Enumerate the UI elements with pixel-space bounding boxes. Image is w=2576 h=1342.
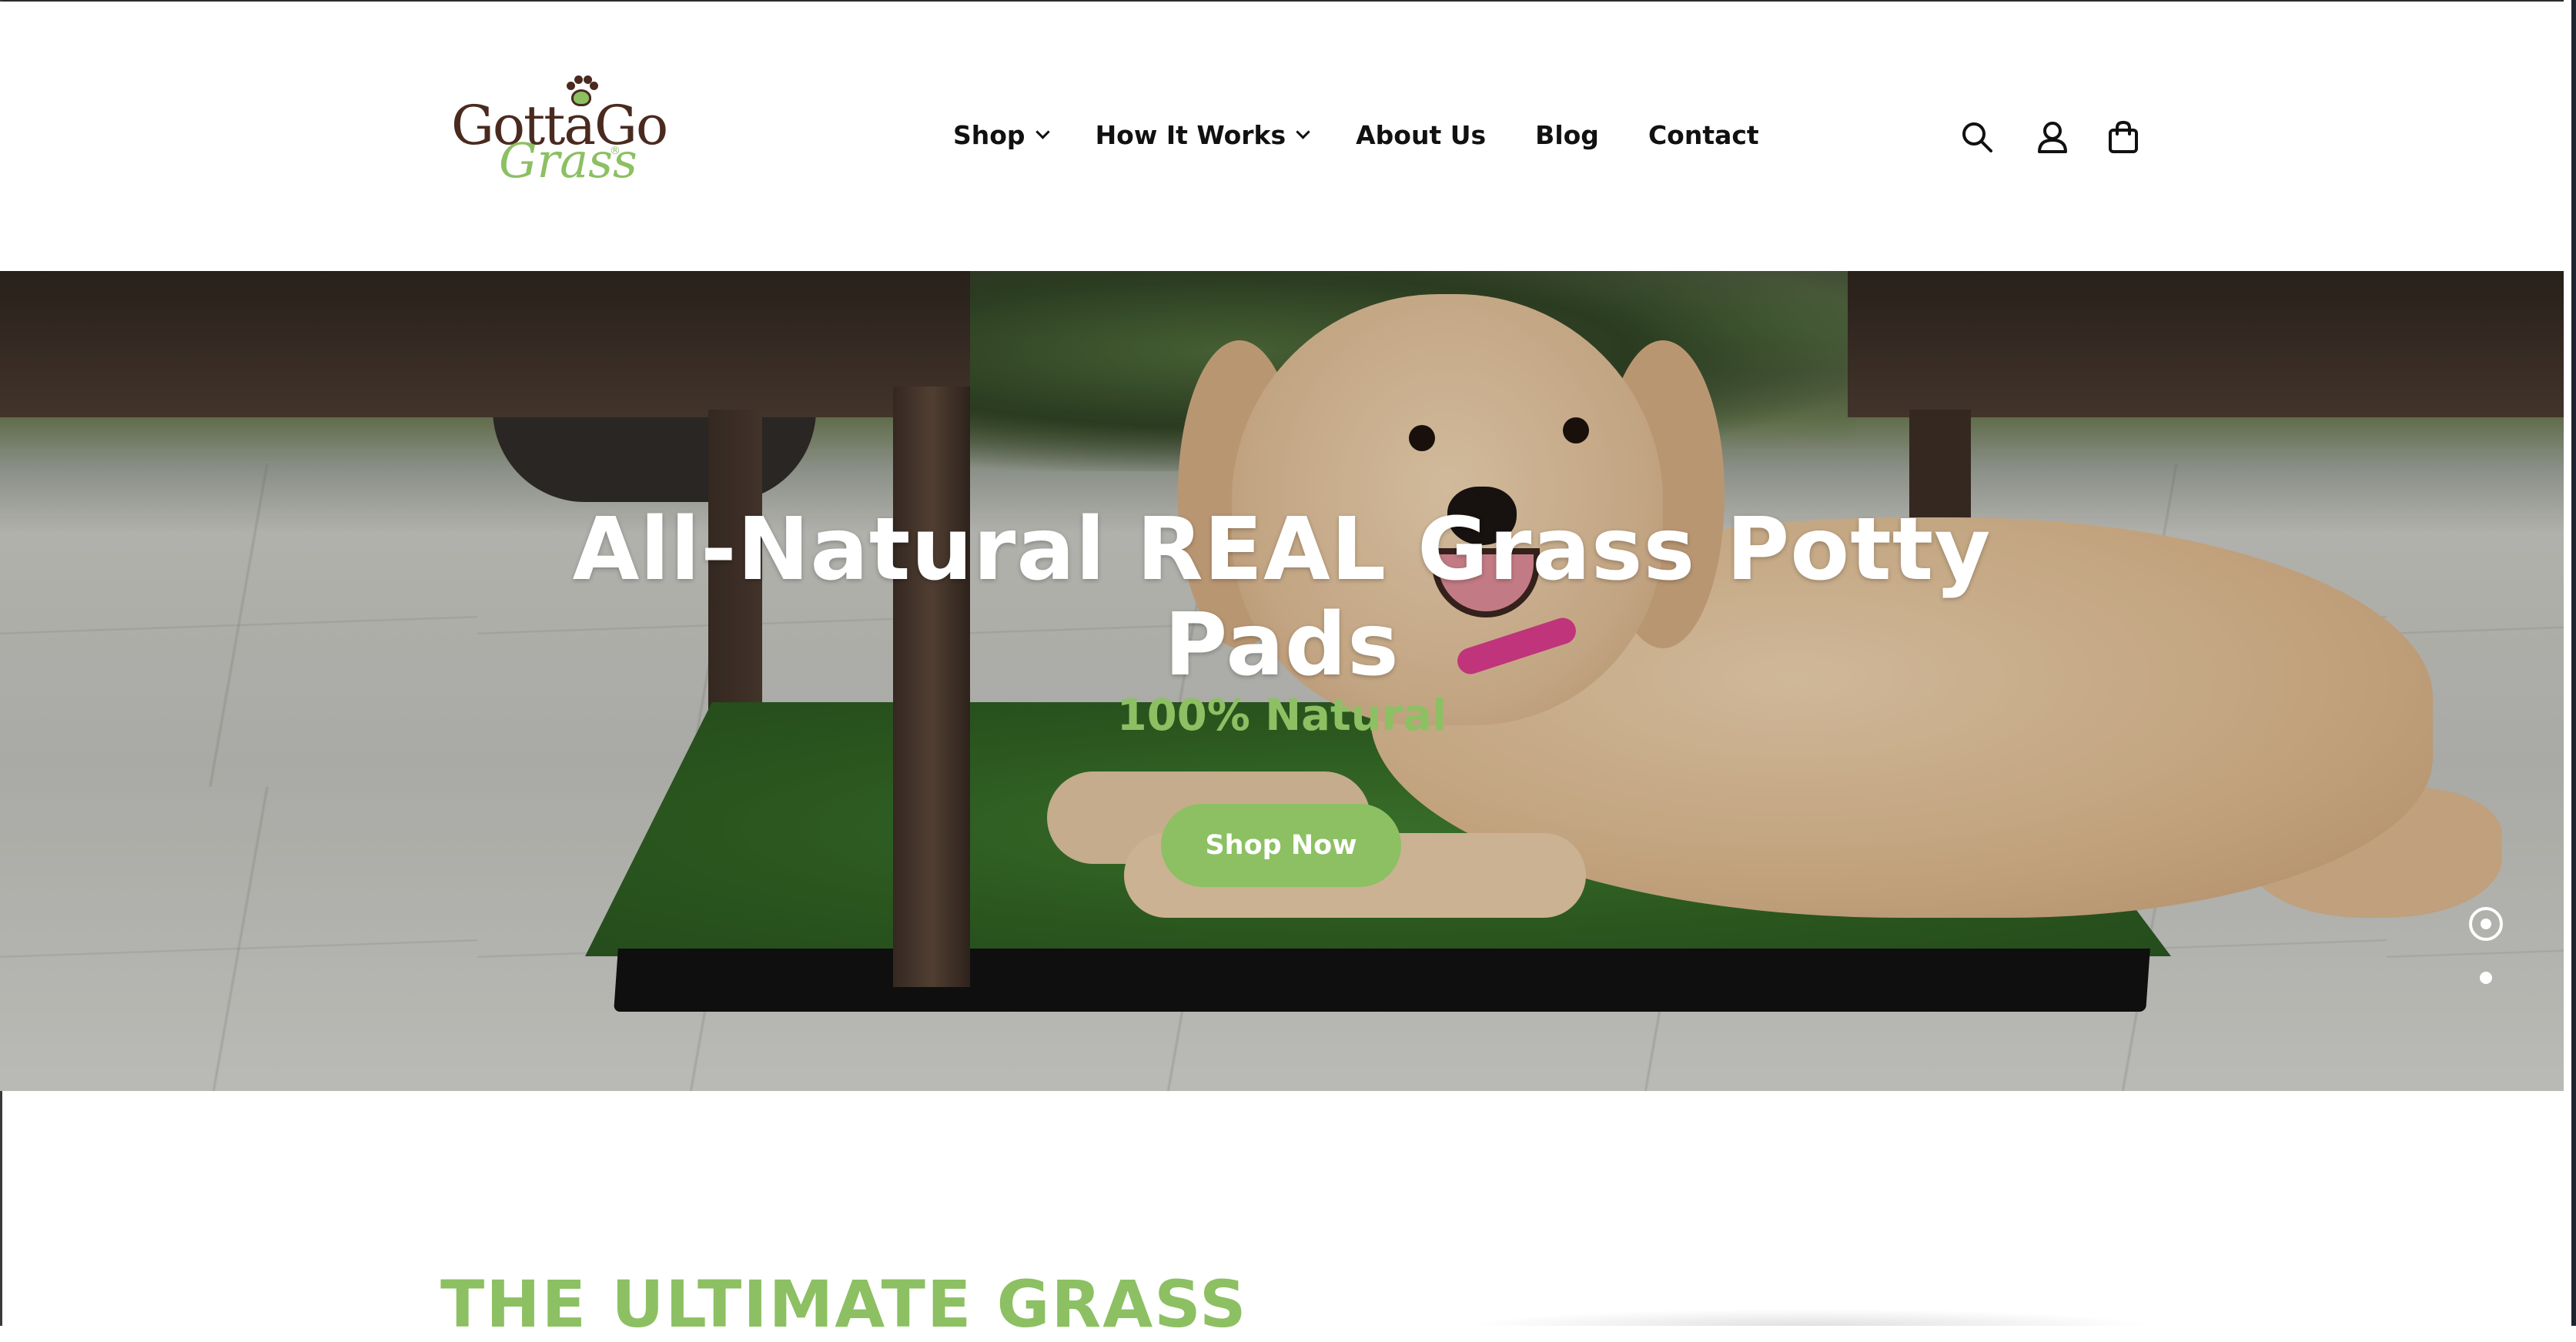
- hero-subtitle: 100% Natural: [1116, 691, 1447, 741]
- nav-item-label: How It Works: [1095, 120, 1286, 150]
- nav-item-shop[interactable]: Shop: [953, 120, 1050, 150]
- nav-item-label: Shop: [953, 120, 1025, 150]
- main-nav: Shop How It Works About Us Blog Contact: [953, 120, 1759, 150]
- nav-item-blog[interactable]: Blog: [1535, 120, 1599, 150]
- logo-registered-mark: ®: [610, 145, 621, 157]
- cart-button[interactable]: [2106, 120, 2140, 154]
- shop-now-button[interactable]: Shop Now: [1161, 804, 1401, 887]
- section-heading: THE ULTIMATE GRASS: [440, 1267, 1248, 1342]
- account-icon: [2038, 122, 2067, 153]
- site-logo[interactable]: GottaGo Grass ®: [451, 75, 668, 194]
- nav-item-label: Contact: [1648, 120, 1759, 150]
- chevron-down-icon: [1035, 125, 1050, 139]
- hero-title: All-Natural REAL Grass Potty Pads: [572, 500, 1992, 695]
- nav-item-label: Blog: [1535, 120, 1599, 150]
- nav-item-label: About Us: [1356, 120, 1487, 150]
- nav-item-about-us[interactable]: About Us: [1356, 120, 1486, 150]
- search-icon: [1962, 122, 1992, 152]
- cart-icon: [2109, 120, 2138, 153]
- account-button[interactable]: [2036, 120, 2069, 154]
- slide-dot-2[interactable]: [2480, 972, 2492, 984]
- slide-dot-1-active[interactable]: [2469, 907, 2503, 941]
- window-right-border: [2564, 0, 2576, 1326]
- chevron-down-icon: [1296, 125, 1310, 139]
- nav-item-how-it-works[interactable]: How It Works: [1095, 120, 1310, 150]
- site-header: GottaGo Grass ® Shop How It Works About …: [0, 2, 2564, 271]
- hero-banner: All-Natural REAL Grass Potty Pads 100% N…: [0, 271, 2564, 1091]
- search-button[interactable]: [1960, 120, 1994, 154]
- nav-item-contact[interactable]: Contact: [1648, 120, 1759, 150]
